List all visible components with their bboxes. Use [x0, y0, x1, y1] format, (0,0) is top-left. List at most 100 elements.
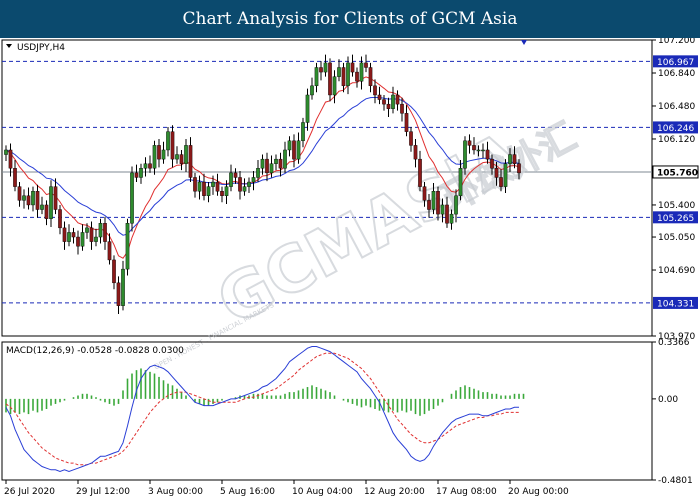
- candle-body: [157, 145, 161, 160]
- candle-body: [197, 181, 202, 192]
- candle-body: [247, 181, 251, 187]
- candle-body: [422, 186, 427, 201]
- candle-body: [148, 163, 152, 169]
- candle-body: [193, 177, 197, 192]
- candle-body: [94, 236, 98, 242]
- candle-body: [107, 241, 112, 261]
- candle-body: [319, 67, 323, 73]
- x-tick-label: 10 Aug 04:00: [292, 487, 353, 497]
- chart-area: 107.200 106.840 106.480 106.120 105.400 105.0…: [0, 36, 700, 500]
- x-tick-label: 3 Aug 00:00: [148, 487, 203, 497]
- y-tick-label: 106.120: [658, 135, 695, 145]
- candle-body: [440, 204, 445, 215]
- level-label: 105.265: [657, 214, 694, 224]
- candle-body: [449, 213, 454, 224]
- candle-body: [472, 145, 476, 151]
- candle-body: [22, 195, 26, 201]
- candle-body: [44, 204, 49, 219]
- candle-body: [494, 168, 499, 178]
- candle-body: [4, 149, 8, 155]
- macd-tick-label: -0.4801: [658, 476, 693, 486]
- candle-body: [332, 76, 337, 96]
- candle-body: [134, 172, 139, 178]
- candle-body: [67, 232, 71, 242]
- candle-body: [242, 186, 247, 192]
- candle-body: [274, 158, 278, 164]
- candle-body: [287, 140, 292, 151]
- candle-body: [26, 195, 31, 206]
- candle-body: [350, 62, 355, 73]
- candle-body: [463, 140, 467, 169]
- candle-body: [490, 158, 494, 169]
- x-tick-label: 20 Aug 00:00: [508, 487, 569, 497]
- candle-body: [305, 94, 310, 123]
- candle-body: [355, 71, 359, 82]
- candle-body: [161, 149, 166, 160]
- candle-body: [323, 62, 328, 73]
- x-tick-label: 26 Jul 2020: [4, 487, 55, 497]
- candle-body: [8, 149, 13, 169]
- candle-body: [71, 232, 76, 238]
- x-tick-label: 12 Aug 20:00: [364, 487, 425, 497]
- candle-body: [413, 145, 418, 160]
- candle-body: [121, 268, 125, 306]
- candle-body: [458, 168, 463, 196]
- candle-body: [98, 223, 103, 238]
- candle-body: [395, 94, 400, 105]
- candle-body: [31, 191, 35, 206]
- candle-body: [251, 177, 256, 183]
- level-label: 106.967: [657, 58, 694, 68]
- candle-body: [166, 131, 170, 151]
- candle-body: [431, 191, 436, 210]
- candle-body: [206, 186, 211, 196]
- candle-body: [445, 204, 449, 224]
- candle-body: [215, 181, 220, 192]
- y-tick-label: 105.050: [658, 233, 695, 243]
- macd-tick-label: 0.00: [658, 395, 678, 405]
- banner-title: Chart Analysis for Clients of GCM Asia: [0, 0, 700, 38]
- candle-body: [53, 186, 58, 210]
- candle-body: [125, 223, 130, 270]
- candle-body: [382, 99, 386, 105]
- candle-body: [256, 168, 260, 178]
- candle-body: [364, 62, 368, 68]
- x-tick-label: 29 Jul 12:00: [76, 487, 130, 497]
- candle-body: [229, 172, 233, 187]
- candle-body: [404, 113, 409, 132]
- candle-body: [359, 62, 364, 82]
- candle-body: [265, 158, 269, 174]
- candle-body: [170, 131, 175, 160]
- candle-body: [409, 131, 413, 146]
- chart-svg: 107.200 106.840 106.480 106.120 105.400 105.0…: [0, 36, 700, 500]
- macd-title: MACD(12,26,9) -0.0528 -0.0828 0.0300: [6, 346, 184, 356]
- candle-body: [139, 168, 143, 178]
- candle-body: [283, 149, 287, 169]
- candle-body: [503, 163, 508, 187]
- candle-body: [13, 168, 17, 187]
- candle-body: [418, 158, 422, 187]
- candle-body: [278, 158, 283, 169]
- candle-body: [175, 154, 179, 160]
- candle-body: [224, 186, 229, 196]
- candle-body: [233, 172, 238, 178]
- candle-body: [499, 177, 503, 187]
- x-tick-label: 17 Aug 08:00: [436, 487, 497, 497]
- candle-body: [454, 195, 458, 215]
- y-tick-label: 105.400: [658, 201, 695, 211]
- x-tick-label: 5 Aug 16:00: [220, 487, 275, 497]
- candle-body: [152, 145, 157, 169]
- candle-body: [58, 209, 62, 229]
- candle-body: [220, 191, 224, 196]
- candle-body: [211, 181, 215, 187]
- candle-body: [130, 172, 134, 224]
- candle-body: [85, 227, 89, 233]
- candle-body: [391, 94, 395, 109]
- candle-body: [377, 94, 382, 100]
- candle-body: [49, 186, 53, 219]
- candle-body: [436, 191, 440, 215]
- candle-body: [485, 149, 490, 160]
- candle-body: [116, 282, 121, 306]
- candle-body: [292, 140, 296, 160]
- y-tick-label: 106.480: [658, 102, 695, 112]
- candle-body: [467, 140, 472, 146]
